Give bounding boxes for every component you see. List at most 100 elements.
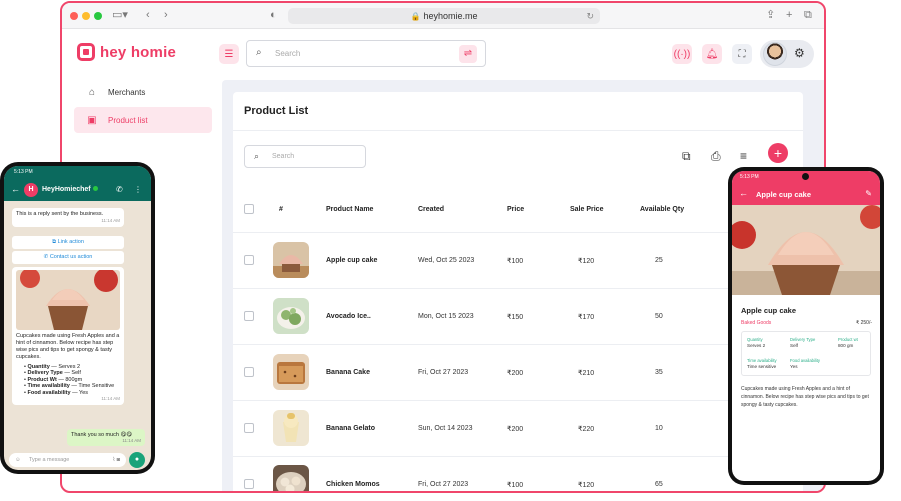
- brand-logo[interactable]: hey homie: [77, 43, 176, 61]
- column-header-available-qty[interactable]: Available Qty: [640, 206, 684, 213]
- sidebar-item-merchants[interactable]: ⌂ Merchants: [74, 79, 212, 105]
- product-name[interactable]: Banana Gelato: [326, 425, 375, 432]
- privacy-shield-icon[interactable]: ◐: [270, 8, 277, 22]
- maximize-window-button[interactable]: [94, 12, 102, 20]
- product-name[interactable]: Chicken Momos: [326, 481, 380, 488]
- print-icon[interactable]: ⎙: [711, 149, 721, 164]
- live-broadcast-button[interactable]: ((·)): [672, 44, 692, 64]
- product-name[interactable]: Avocado Ice..: [326, 313, 371, 320]
- status-bar: 5:13 PM: [4, 166, 151, 179]
- message-time: 11:14 AM: [101, 396, 120, 402]
- emoji-icon[interactable]: ☺: [15, 453, 21, 467]
- lock-icon: 🔒: [410, 12, 421, 21]
- profile-menu[interactable]: ⚙: [760, 40, 814, 68]
- row-checkbox[interactable]: [244, 479, 254, 489]
- browser-window: ▭▾ ‹ › ◐ 🔒 heyhomie.me ↻ ⇪ + ⧉ hey homie …: [60, 1, 826, 493]
- message-input[interactable]: ☺ Type a message ⌇ ◙: [9, 453, 126, 467]
- plus-icon: +: [773, 145, 783, 161]
- minimize-window-button[interactable]: [82, 12, 90, 20]
- mic-button[interactable]: ●: [129, 452, 145, 468]
- product-name[interactable]: Apple cup cake: [326, 257, 377, 264]
- fullscreen-button[interactable]: ⛶: [732, 44, 752, 64]
- row-checkbox[interactable]: [244, 311, 254, 321]
- filter-settings-icon[interactable]: ⇌: [459, 45, 477, 63]
- select-all-checkbox[interactable]: [244, 204, 254, 214]
- detail-value: Time Sensitive: [78, 383, 115, 390]
- contact-avatar[interactable]: H: [24, 183, 38, 197]
- contact-action-button[interactable]: ✆ Contact us action: [12, 251, 124, 264]
- contact-name[interactable]: HeyHomiechef: [42, 186, 98, 193]
- detail-value: Yes: [79, 389, 89, 396]
- app-bar: ← Apple cup cake ✎: [732, 183, 880, 205]
- product-hero-image[interactable]: [732, 205, 880, 295]
- row-checkbox[interactable]: [244, 367, 254, 377]
- back-icon[interactable]: ‹: [146, 8, 150, 22]
- divider: [233, 130, 803, 131]
- contact-name-text: HeyHomiechef: [42, 186, 91, 193]
- column-header-price[interactable]: Price: [507, 206, 524, 213]
- broadcast-icon: ((·)): [673, 48, 691, 60]
- mic-icon: ●: [134, 456, 140, 463]
- avatar[interactable]: [763, 42, 787, 66]
- hamburger-icon: ☰: [224, 48, 234, 60]
- call-icon[interactable]: ✆: [116, 185, 123, 194]
- row-checkbox[interactable]: [244, 255, 254, 265]
- forward-icon[interactable]: ›: [164, 8, 168, 22]
- product-thumbnail[interactable]: [273, 242, 309, 278]
- more-options-icon[interactable]: ⋮: [134, 185, 142, 194]
- filter-icon[interactable]: ≡: [740, 149, 747, 163]
- product-thumbnail[interactable]: [273, 410, 309, 446]
- spec-value: Yes: [790, 363, 798, 369]
- product-thumbnail[interactable]: [273, 354, 309, 390]
- store-icon: ⌂: [88, 86, 96, 98]
- expand-icon: ⛶: [738, 48, 746, 60]
- column-header-sale-price[interactable]: Sale Price: [570, 206, 603, 213]
- back-arrow-icon[interactable]: ←: [739, 188, 748, 198]
- product-image[interactable]: [16, 270, 120, 330]
- new-tab-icon[interactable]: +: [786, 8, 792, 22]
- spec-item: Quantity Serves 2: [747, 337, 765, 348]
- back-arrow-icon[interactable]: ←: [11, 184, 20, 194]
- product-qty: 65: [655, 481, 663, 488]
- spec-item: Food availability Yes: [790, 358, 820, 369]
- product-name[interactable]: Banana Cake: [326, 369, 370, 376]
- product-description: Cupcakes made using Fresh Apples and a h…: [741, 386, 869, 408]
- attach-camera-icon[interactable]: ⌇ ◙: [112, 453, 120, 467]
- row-divider: [233, 288, 803, 289]
- row-divider: [233, 400, 803, 401]
- spec-item: Time availability Time sensitive: [747, 358, 777, 369]
- address-bar[interactable]: 🔒 heyhomie.me ↻: [288, 8, 600, 24]
- menu-button[interactable]: ☰: [219, 44, 239, 64]
- product-created: Sun, Oct 14 2023: [418, 425, 473, 432]
- column-header-index: #: [279, 206, 283, 213]
- sidebar-toggle-icon[interactable]: ▭▾: [112, 8, 128, 22]
- product-thumbnail[interactable]: [273, 298, 309, 334]
- spec-value: Serves 2: [747, 342, 766, 348]
- page-title: Product List: [244, 105, 309, 117]
- notifications-button[interactable]: 🔔︎: [702, 44, 722, 64]
- gear-icon[interactable]: ⚙: [794, 46, 805, 60]
- product-qty: 35: [655, 369, 663, 376]
- global-search[interactable]: ⌕ Search ⇌: [246, 40, 486, 67]
- copy-icon[interactable]: ⧉: [682, 149, 691, 164]
- sidebar-item-product-list[interactable]: ▣ Product list: [74, 107, 212, 133]
- close-window-button[interactable]: [70, 12, 78, 20]
- product-category: Baked Goods: [741, 320, 772, 326]
- column-header-name[interactable]: Product Name: [326, 206, 373, 213]
- column-header-created[interactable]: Created: [418, 206, 444, 213]
- link-action-button[interactable]: ⧉ Link action: [12, 236, 124, 249]
- reload-icon[interactable]: ↻: [586, 8, 594, 24]
- add-product-button[interactable]: +: [768, 143, 788, 163]
- product-price: ₹200: [507, 370, 524, 377]
- product-name: Apple cup cake: [741, 306, 797, 315]
- tabs-overview-icon[interactable]: ⧉: [804, 8, 812, 22]
- search-icon: ⌕: [254, 151, 260, 161]
- edit-icon[interactable]: ✎: [865, 189, 872, 198]
- share-icon[interactable]: ⇪: [766, 8, 775, 22]
- row-divider: [233, 456, 803, 457]
- search-icon: ⌕: [256, 47, 262, 58]
- product-thumbnail[interactable]: [273, 465, 309, 491]
- product-search-input[interactable]: ⌕ Search: [244, 145, 366, 168]
- row-checkbox[interactable]: [244, 423, 254, 433]
- android-phone-mockup: 5:13 PM ← Apple cup cake ✎ Apple cup cak…: [728, 167, 884, 485]
